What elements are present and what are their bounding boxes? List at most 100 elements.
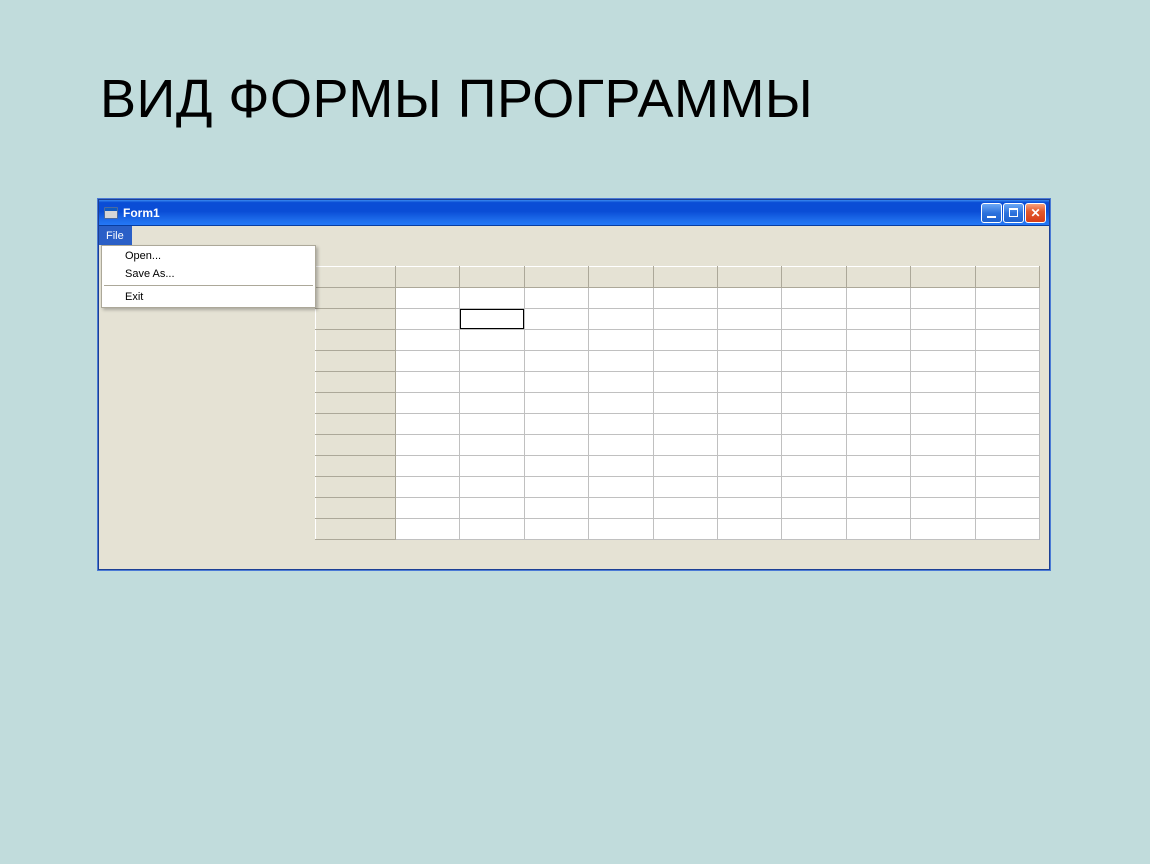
grid-cell[interactable] bbox=[911, 330, 975, 351]
grid-cell[interactable] bbox=[653, 309, 717, 330]
grid-cell[interactable] bbox=[717, 393, 781, 414]
grid-cell[interactable] bbox=[975, 477, 1039, 498]
grid-cell[interactable] bbox=[396, 435, 460, 456]
grid-cell[interactable] bbox=[717, 414, 781, 435]
grid-cell[interactable] bbox=[975, 351, 1039, 372]
column-header[interactable] bbox=[846, 267, 910, 288]
grid-cell[interactable] bbox=[589, 477, 653, 498]
menu-file[interactable]: File bbox=[99, 226, 132, 245]
column-header[interactable] bbox=[717, 267, 781, 288]
grid-cell[interactable] bbox=[846, 435, 910, 456]
grid-cell[interactable] bbox=[396, 519, 460, 540]
grid-cell[interactable] bbox=[653, 351, 717, 372]
row-header[interactable] bbox=[316, 372, 396, 393]
grid-cell[interactable] bbox=[975, 393, 1039, 414]
grid-cell[interactable] bbox=[524, 477, 588, 498]
data-grid[interactable] bbox=[315, 266, 1040, 540]
grid-cell[interactable] bbox=[524, 393, 588, 414]
grid-cell[interactable] bbox=[782, 456, 846, 477]
grid-cell[interactable] bbox=[846, 330, 910, 351]
grid-cell[interactable] bbox=[524, 414, 588, 435]
maximize-button[interactable] bbox=[1003, 203, 1024, 223]
row-header[interactable] bbox=[316, 519, 396, 540]
grid-cell[interactable] bbox=[975, 414, 1039, 435]
column-header[interactable] bbox=[524, 267, 588, 288]
grid-cell[interactable] bbox=[717, 309, 781, 330]
grid-cell[interactable] bbox=[782, 351, 846, 372]
grid-cell[interactable] bbox=[911, 498, 975, 519]
grid-cell[interactable] bbox=[846, 498, 910, 519]
grid-cell[interactable] bbox=[653, 288, 717, 309]
grid-cell[interactable] bbox=[782, 414, 846, 435]
column-header[interactable] bbox=[975, 267, 1039, 288]
row-header[interactable] bbox=[316, 435, 396, 456]
grid-cell[interactable] bbox=[911, 414, 975, 435]
grid-cell[interactable] bbox=[975, 498, 1039, 519]
grid-cell[interactable] bbox=[846, 519, 910, 540]
grid-cell[interactable] bbox=[460, 372, 524, 393]
grid-cell[interactable] bbox=[911, 477, 975, 498]
grid-cell[interactable] bbox=[589, 519, 653, 540]
grid-cell[interactable] bbox=[460, 330, 524, 351]
grid-cell[interactable] bbox=[396, 330, 460, 351]
grid-cell[interactable] bbox=[524, 435, 588, 456]
menu-open[interactable]: Open... bbox=[103, 247, 314, 265]
grid-cell[interactable] bbox=[589, 330, 653, 351]
column-header[interactable] bbox=[653, 267, 717, 288]
grid-cell[interactable] bbox=[589, 372, 653, 393]
grid-cell[interactable] bbox=[782, 393, 846, 414]
grid-cell[interactable] bbox=[911, 435, 975, 456]
grid-cell[interactable] bbox=[396, 498, 460, 519]
grid-cell[interactable] bbox=[524, 288, 588, 309]
grid-cell[interactable] bbox=[975, 309, 1039, 330]
grid-cell[interactable] bbox=[460, 414, 524, 435]
grid-cell[interactable] bbox=[460, 288, 524, 309]
grid-cell[interactable] bbox=[717, 330, 781, 351]
titlebar[interactable]: Form1 ✕ bbox=[99, 200, 1049, 226]
grid-cell[interactable] bbox=[589, 435, 653, 456]
grid-cell[interactable] bbox=[524, 330, 588, 351]
grid-cell[interactable] bbox=[782, 477, 846, 498]
grid-cell[interactable] bbox=[653, 519, 717, 540]
column-header[interactable] bbox=[911, 267, 975, 288]
grid-cell[interactable] bbox=[653, 372, 717, 393]
grid-cell[interactable] bbox=[653, 477, 717, 498]
grid-cell[interactable] bbox=[460, 477, 524, 498]
grid-cell[interactable] bbox=[460, 456, 524, 477]
grid-cell[interactable] bbox=[782, 519, 846, 540]
close-button[interactable]: ✕ bbox=[1025, 203, 1046, 223]
grid-cell[interactable] bbox=[589, 351, 653, 372]
grid-cell[interactable] bbox=[846, 372, 910, 393]
grid-cell[interactable] bbox=[782, 309, 846, 330]
grid-cell[interactable] bbox=[782, 288, 846, 309]
grid-cell[interactable] bbox=[589, 309, 653, 330]
grid-cell[interactable] bbox=[524, 456, 588, 477]
grid-cell[interactable] bbox=[589, 288, 653, 309]
grid-cell[interactable] bbox=[653, 435, 717, 456]
grid-cell[interactable] bbox=[717, 435, 781, 456]
grid-cell[interactable] bbox=[589, 456, 653, 477]
grid-cell[interactable] bbox=[653, 330, 717, 351]
grid-cell[interactable] bbox=[975, 288, 1039, 309]
row-header[interactable] bbox=[316, 393, 396, 414]
grid-cell[interactable] bbox=[717, 519, 781, 540]
grid-cell[interactable] bbox=[846, 351, 910, 372]
grid-cell[interactable] bbox=[589, 498, 653, 519]
grid-cell[interactable] bbox=[460, 351, 524, 372]
grid-cell[interactable] bbox=[911, 288, 975, 309]
row-header[interactable] bbox=[316, 414, 396, 435]
grid-cell[interactable] bbox=[524, 498, 588, 519]
menu-save-as[interactable]: Save As... bbox=[103, 265, 314, 283]
grid-cell[interactable] bbox=[717, 498, 781, 519]
grid-cell[interactable] bbox=[975, 372, 1039, 393]
grid-cell[interactable] bbox=[975, 330, 1039, 351]
grid-cell[interactable] bbox=[975, 519, 1039, 540]
row-header[interactable] bbox=[316, 498, 396, 519]
grid-cell[interactable] bbox=[911, 519, 975, 540]
grid-cell[interactable] bbox=[653, 414, 717, 435]
row-header[interactable] bbox=[316, 309, 396, 330]
grid-cell[interactable] bbox=[975, 435, 1039, 456]
grid-cell[interactable] bbox=[396, 288, 460, 309]
grid-cell[interactable] bbox=[589, 414, 653, 435]
row-header[interactable] bbox=[316, 351, 396, 372]
